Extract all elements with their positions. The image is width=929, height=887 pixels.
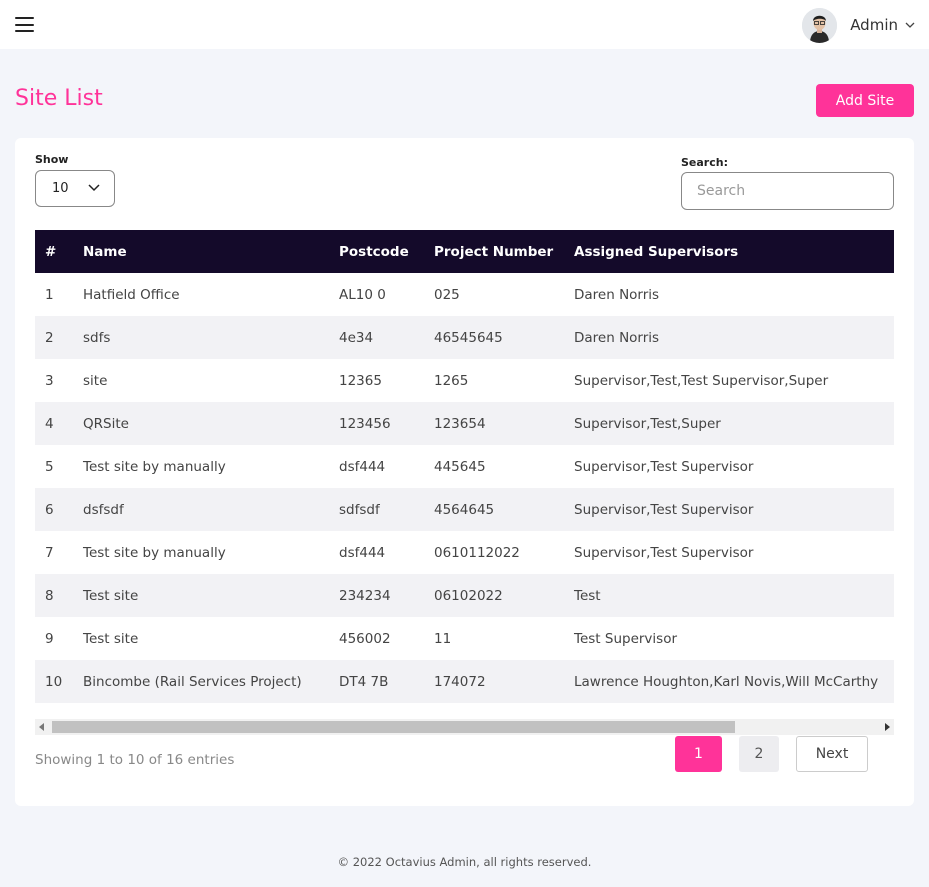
postcode: 234234 <box>339 587 391 604</box>
top-bar: Admin <box>0 0 929 49</box>
show-label: Show <box>35 153 69 166</box>
site-name: QRSite <box>83 415 129 432</box>
row-number: 4 <box>45 415 54 432</box>
postcode: 456002 <box>339 630 391 647</box>
table-header-row: # Name Postcode Project Number Assigned … <box>35 230 894 273</box>
site-name: Test site <box>83 630 139 647</box>
entries-per-page-select[interactable]: 10 <box>35 170 115 207</box>
table-row: 10 Bincombe (Rail Services Project) DT4 … <box>35 660 894 703</box>
site-table: # Name Postcode Project Number Assigned … <box>35 230 894 703</box>
site-list-card: Show 10 Search: # Name Postcode Project … <box>15 138 914 806</box>
site-name: site <box>83 372 108 389</box>
column-header-name[interactable]: Name <box>73 230 329 273</box>
assigned-supervisors: Supervisor,Test Supervisor <box>574 458 754 475</box>
assigned-supervisors: Test <box>574 587 601 604</box>
site-table-container: # Name Postcode Project Number Assigned … <box>35 230 894 703</box>
project-number: 11 <box>434 630 452 647</box>
project-number: 4564645 <box>434 501 495 518</box>
horizontal-scrollbar[interactable] <box>35 719 894 735</box>
row-number: 6 <box>45 501 54 518</box>
page-1-button[interactable]: 1 <box>675 736 722 772</box>
row-number: 7 <box>45 544 54 561</box>
assigned-supervisors: Test Supervisor <box>574 630 678 647</box>
table-row: 4 QRSite 123456 123654 Supervisor,Test,S… <box>35 402 894 445</box>
column-header-project-number[interactable]: Project Number <box>424 230 564 273</box>
postcode: 123456 <box>339 415 391 432</box>
scroll-right-icon[interactable] <box>885 723 890 731</box>
hamburger-icon[interactable] <box>15 17 34 32</box>
site-name: Test site by manually <box>83 458 226 475</box>
table-row: 3 site 12365 1265 Supervisor,Test,Test S… <box>35 359 894 402</box>
row-number: 8 <box>45 587 54 604</box>
scrollbar-thumb[interactable] <box>52 721 735 733</box>
user-menu[interactable]: Admin <box>802 7 915 43</box>
assigned-supervisors: Supervisor,Test,Super <box>574 415 721 432</box>
table-row: 2 sdfs 4e34 46545645 Daren Norris <box>35 316 894 359</box>
project-number: 06102022 <box>434 587 503 604</box>
avatar[interactable] <box>802 7 838 43</box>
postcode: 4e34 <box>339 329 374 346</box>
column-header-number[interactable]: # <box>35 230 73 273</box>
entries-info: Showing 1 to 10 of 16 entries <box>35 752 235 768</box>
scroll-left-icon[interactable] <box>39 723 44 731</box>
page-2-button[interactable]: 2 <box>739 736 779 772</box>
postcode: AL10 0 <box>339 286 386 303</box>
site-name: Test site by manually <box>83 544 226 561</box>
site-name: Bincombe (Rail Services Project) <box>83 673 302 690</box>
add-site-button[interactable]: Add Site <box>816 84 914 117</box>
chevron-down-icon <box>88 184 100 192</box>
row-number: 2 <box>45 329 54 346</box>
assigned-supervisors: Daren Norris <box>574 286 660 303</box>
project-number: 123654 <box>434 415 486 432</box>
assigned-supervisors: Daren Norris <box>574 329 660 346</box>
footer-copyright: © 2022 Octavius Admin, all rights reserv… <box>337 855 592 869</box>
site-name: Hatfield Office <box>83 286 180 303</box>
assigned-supervisors: Supervisor,Test Supervisor <box>574 544 754 561</box>
postcode: dsf444 <box>339 458 386 475</box>
column-header-assigned-supervisors[interactable]: Assigned Supervisors <box>564 230 894 273</box>
search-label: Search: <box>681 156 728 169</box>
row-number: 3 <box>45 372 54 389</box>
project-number: 0610112022 <box>434 544 520 561</box>
row-number: 5 <box>45 458 54 475</box>
project-number: 025 <box>434 286 460 303</box>
table-row: 1 Hatfield Office AL10 0 025 Daren Norri… <box>35 273 894 316</box>
project-number: 445645 <box>434 458 486 475</box>
chevron-down-icon[interactable] <box>905 20 915 30</box>
postcode: 12365 <box>339 372 382 389</box>
site-name: sdfs <box>83 329 111 346</box>
assigned-supervisors: Lawrence Houghton,Karl Novis,Will McCart… <box>574 673 879 690</box>
row-number: 1 <box>45 286 54 303</box>
table-row: 8 Test site 234234 06102022 Test <box>35 574 894 617</box>
site-name: dsfsdf <box>83 501 124 518</box>
search-input[interactable] <box>681 172 894 210</box>
postcode: dsf444 <box>339 544 386 561</box>
project-number: 1265 <box>434 372 469 389</box>
next-page-button[interactable]: Next <box>796 736 868 772</box>
assigned-supervisors: Supervisor,Test Supervisor <box>574 501 754 518</box>
table-row: 6 dsfsdf sdfsdf 4564645 Supervisor,Test … <box>35 488 894 531</box>
entries-per-page-value: 10 <box>52 181 69 196</box>
project-number: 46545645 <box>434 329 503 346</box>
row-number: 10 <box>45 673 63 690</box>
row-number: 9 <box>45 630 54 647</box>
table-row: 7 Test site by manually dsf444 061011202… <box>35 531 894 574</box>
postcode: sdfsdf <box>339 501 380 518</box>
assigned-supervisors: Supervisor,Test,Test Supervisor,Super <box>574 372 829 389</box>
table-row: 5 Test site by manually dsf444 445645 Su… <box>35 445 894 488</box>
page-title: Site List <box>15 86 103 111</box>
table-row: 9 Test site 456002 11 Test Supervisor <box>35 617 894 660</box>
site-name: Test site <box>83 587 139 604</box>
column-header-postcode[interactable]: Postcode <box>329 230 424 273</box>
user-name[interactable]: Admin <box>850 16 898 34</box>
project-number: 174072 <box>434 673 486 690</box>
postcode: DT4 7B <box>339 673 389 690</box>
